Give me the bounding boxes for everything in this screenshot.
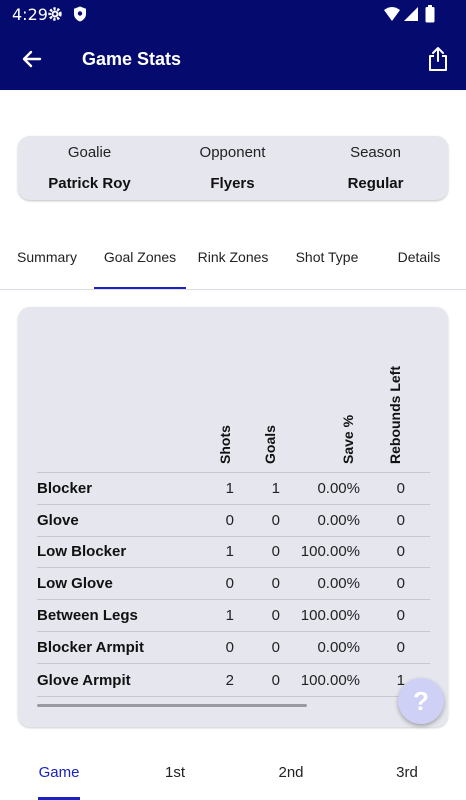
row-zone-name: Low Glove [37, 575, 113, 592]
goalie-info: Goalie Patrick Roy [18, 136, 161, 200]
tab-shot-type[interactable]: Shot Type [287, 249, 367, 265]
period-tab-1st[interactable]: 1st [150, 764, 200, 781]
tab-rink-zones[interactable]: Rink Zones [190, 249, 276, 265]
status-bar: 4:29 [0, 0, 466, 30]
save-pct-cell: 0.00% [317, 512, 360, 529]
goals-cell: 0 [271, 672, 280, 689]
goalie-value: Patrick Roy [48, 175, 131, 192]
back-arrow-icon[interactable] [20, 47, 44, 71]
shots-cell: 0 [225, 512, 234, 529]
shots-cell: 0 [225, 575, 234, 592]
row-divider [37, 696, 430, 697]
column-header-goals: Goals [262, 425, 278, 464]
stats-tab-bar: Summary Goal Zones Rink Zones Shot Type … [0, 238, 466, 290]
goals-cell: 1 [271, 480, 280, 497]
column-header-save-pct: Save % [340, 414, 356, 464]
row-zone-name: Blocker Armpit [37, 639, 144, 656]
selected-tab-indicator [94, 287, 186, 289]
goals-cell: 0 [271, 607, 280, 624]
row-divider [37, 631, 430, 632]
row-divider [37, 504, 430, 505]
save-pct-cell: 0.00% [317, 639, 360, 656]
save-pct-cell: 100.00% [300, 672, 360, 689]
tab-goal-zones[interactable]: Goal Zones [94, 249, 186, 265]
season-info: Season Regular [304, 136, 447, 200]
share-icon[interactable] [426, 46, 450, 72]
cell-signal-icon [404, 7, 418, 21]
settings-gear-icon [48, 7, 62, 21]
opponent-value: Flyers [210, 175, 255, 192]
goalie-label: Goalie [67, 144, 112, 161]
goals-cell: 0 [271, 512, 280, 529]
period-tab-3rd[interactable]: 3rd [382, 764, 432, 781]
rebounds-left-cell: 0 [396, 575, 405, 592]
status-time: 4:29 [12, 5, 48, 24]
horizontal-scrollbar[interactable] [37, 704, 307, 707]
period-tab-game[interactable]: Game [28, 764, 90, 781]
opponent-info: Opponent Flyers [161, 136, 304, 200]
page-title: Game Stats [82, 49, 182, 69]
rebounds-left-cell: 1 [396, 672, 405, 689]
game-info-card: Goalie Patrick Roy Opponent Flyers Seaso… [18, 136, 448, 200]
shots-cell: 1 [225, 607, 234, 624]
help-fab-button[interactable]: ? [398, 678, 444, 724]
rebounds-left-cell: 0 [396, 512, 405, 529]
save-pct-cell: 100.00% [300, 543, 360, 560]
rebounds-left-cell: 0 [396, 639, 405, 656]
row-divider [37, 536, 430, 537]
row-zone-name: Low Blocker [37, 543, 127, 560]
shots-cell: 1 [225, 543, 234, 560]
shots-cell: 2 [225, 672, 234, 689]
tab-summary[interactable]: Summary [14, 249, 80, 265]
wifi-icon [384, 7, 400, 21]
row-divider [37, 472, 430, 473]
shots-cell: 0 [225, 639, 234, 656]
season-value: Regular [347, 175, 404, 192]
row-divider [37, 663, 430, 664]
shield-icon [74, 6, 86, 22]
save-pct-cell: 100.00% [300, 607, 360, 624]
row-zone-name: Glove Armpit [37, 672, 131, 689]
app-header: 4:29 Game Stats [0, 0, 466, 90]
save-pct-cell: 0.00% [317, 480, 360, 497]
period-tab-bar: Game 1st 2nd 3rd [0, 750, 466, 800]
shots-cell: 1 [225, 480, 234, 497]
row-zone-name: Blocker [37, 480, 93, 497]
opponent-label: Opponent [199, 144, 266, 161]
goals-cell: 0 [271, 575, 280, 592]
tab-details[interactable]: Details [392, 249, 446, 265]
goals-cell: 0 [271, 543, 280, 560]
rebounds-left-cell: 0 [396, 543, 405, 560]
rebounds-left-cell: 0 [396, 607, 405, 624]
row-divider [37, 567, 430, 568]
row-divider [37, 599, 430, 600]
column-header-rebounds-left: Rebounds Left [387, 366, 403, 464]
row-zone-name: Between Legs [37, 607, 138, 624]
season-label: Season [350, 144, 401, 161]
row-zone-name: Glove [37, 512, 79, 529]
column-header-shots: Shots [217, 425, 233, 464]
period-tab-2nd[interactable]: 2nd [266, 764, 316, 781]
battery-icon [425, 5, 435, 23]
goals-cell: 0 [271, 639, 280, 656]
save-pct-cell: 0.00% [317, 575, 360, 592]
rebounds-left-cell: 0 [396, 480, 405, 497]
goal-zones-table[interactable]: Shots Goals Save % Rebounds Left Blocker… [18, 307, 448, 727]
